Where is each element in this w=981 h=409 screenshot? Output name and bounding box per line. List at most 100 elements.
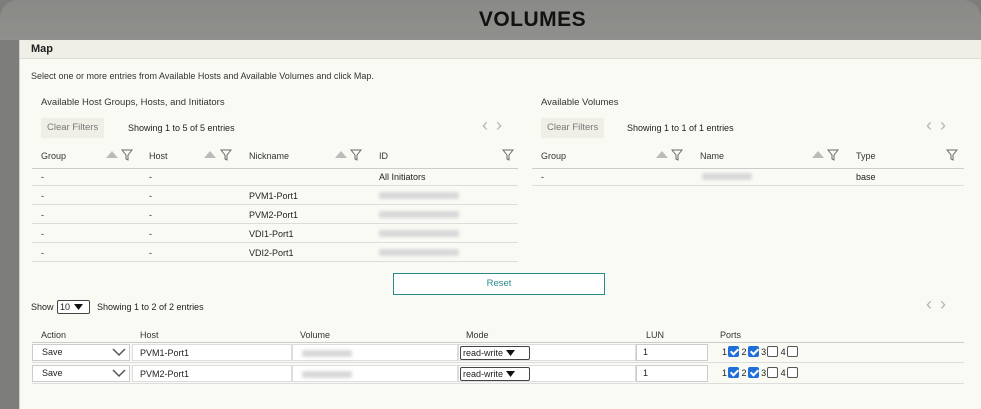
mapping-row-2-port-3-checkbox[interactable] xyxy=(767,367,779,379)
hosts-row-5-host[interactable]: - xyxy=(149,248,152,258)
hosts-col-group[interactable]: Group xyxy=(41,151,66,161)
mapping-col-action: Action xyxy=(41,330,67,340)
page-size-chevron-down-icon xyxy=(74,304,84,310)
volumes-row-1-type[interactable]: base xyxy=(856,172,876,182)
mapping-row-1-port-4-label: 4 xyxy=(780,346,786,357)
mapping-col-mode: Mode xyxy=(466,330,489,340)
hosts-panel-title: Available Host Groups, Hosts, and Initia… xyxy=(41,97,225,108)
hosts-row-3-id-redacted xyxy=(379,211,459,218)
volumes-row-1-group[interactable]: - xyxy=(541,172,544,182)
mapping-row-2-action-chevron-down-icon xyxy=(112,369,126,378)
hosts-nickname-sort-icon[interactable] xyxy=(335,151,347,158)
volumes-group-sort-icon[interactable] xyxy=(656,151,668,158)
volumes-next-page-icon[interactable]: › xyxy=(940,115,954,135)
hosts-row-4-host[interactable]: - xyxy=(149,229,152,239)
map-dialog: Map Select one or more entries from Avai… xyxy=(19,40,981,409)
dialog-title: Map xyxy=(20,40,981,59)
hosts-host-filter-icon[interactable] xyxy=(220,149,232,161)
mapping-row-1-port-3-checkbox[interactable] xyxy=(767,346,779,358)
mapping-row-1-mode-select[interactable]: read-write xyxy=(460,346,530,360)
mapping-row-2-port-2-checkbox[interactable] xyxy=(747,367,759,379)
mapping-row-2-mode-value: read-write xyxy=(463,369,504,379)
page-size-select[interactable]: 10 xyxy=(57,300,90,314)
page-size-value: 10 xyxy=(60,302,71,312)
hosts-next-page-icon[interactable]: › xyxy=(496,115,510,135)
hosts-row-5-nickname[interactable]: VDI2-Port1 xyxy=(249,248,294,258)
volumes-prev-page-icon[interactable]: ‹ xyxy=(926,115,940,135)
mapping-row-1-volume-redacted xyxy=(302,350,352,357)
volumes-row-1-name-redacted xyxy=(702,173,752,180)
volumes-name-filter-icon[interactable] xyxy=(827,149,839,161)
mapping-row-2-lun-input[interactable]: 1 xyxy=(636,365,708,382)
hosts-row-1-host[interactable]: - xyxy=(149,172,152,182)
hosts-row-1-id[interactable]: All Initiators xyxy=(379,172,426,182)
mapping-showing-text: Showing 1 to 2 of 2 entries xyxy=(97,302,204,312)
mapping-row-2-volume-redacted xyxy=(302,371,352,378)
instructions-text: Select one or more entries from Availabl… xyxy=(31,71,374,81)
hosts-row-2-group[interactable]: - xyxy=(41,191,44,201)
hosts-row-2-id-redacted xyxy=(379,192,459,199)
mapping-row-1-lun-input[interactable]: 1 xyxy=(636,344,708,361)
hosts-prev-page-icon[interactable]: ‹ xyxy=(482,115,496,135)
mapping-col-volume: Volume xyxy=(300,330,331,340)
reset-button[interactable]: Reset xyxy=(393,273,605,295)
mapping-row-1-lun-value: 1 xyxy=(643,347,649,357)
volumes-name-sort-icon[interactable] xyxy=(812,151,824,158)
mapping-row-1-port-4-checkbox[interactable] xyxy=(786,346,798,358)
mapping-row-2-port-2-label: 2 xyxy=(741,367,747,378)
volumes-showing-text: Showing 1 to 1 of 1 entries xyxy=(627,123,734,133)
mapping-row-1-action-value: Save xyxy=(42,347,63,357)
hosts-group-sort-icon[interactable] xyxy=(106,151,118,158)
mapping-row-1-port-2-checkbox[interactable] xyxy=(747,346,759,358)
mapping-row-1-mode-value: read-write xyxy=(463,348,504,358)
hosts-row-2-nickname[interactable]: PVM1-Port1 xyxy=(249,191,298,201)
hosts-row-4-group[interactable]: - xyxy=(41,229,44,239)
hosts-col-nickname[interactable]: Nickname xyxy=(249,151,289,161)
volumes-panel-title: Available Volumes xyxy=(541,97,619,108)
mapping-prev-page-icon[interactable]: ‹ xyxy=(926,294,940,314)
mapping-col-ports: Ports xyxy=(720,330,742,340)
hosts-row-2-host[interactable]: - xyxy=(149,191,152,201)
mapping-row-1-port-1-checkbox[interactable] xyxy=(728,346,740,358)
mapping-next-page-icon[interactable]: › xyxy=(940,294,954,314)
mapping-row-1-action-select[interactable]: Save xyxy=(32,344,130,361)
mapping-col-lun: LUN xyxy=(646,330,665,340)
mapping-row-2-port-3-label: 3 xyxy=(761,367,767,378)
mapping-row-1-mode-chevron-down-icon xyxy=(506,350,516,356)
mapping-col-host: Host xyxy=(140,330,159,340)
mapping-row-2-port-4-checkbox[interactable] xyxy=(786,367,798,379)
volumes-col-name[interactable]: Name xyxy=(700,151,724,161)
hosts-row-3-host[interactable]: - xyxy=(149,210,152,220)
mapping-row-2-mode-chevron-down-icon xyxy=(506,371,516,377)
hosts-host-sort-icon[interactable] xyxy=(204,151,216,158)
hosts-id-filter-icon[interactable] xyxy=(502,149,514,161)
hosts-col-id[interactable]: ID xyxy=(379,151,388,161)
hosts-row-5-group[interactable]: - xyxy=(41,248,44,258)
hosts-row-5-id-redacted xyxy=(379,249,459,256)
hosts-row-4-id-redacted xyxy=(379,230,459,237)
hosts-clear-filters-button[interactable]: Clear Filters xyxy=(41,118,105,138)
mapping-row-1-action-chevron-down-icon xyxy=(112,348,126,357)
volumes-clear-filters-button[interactable]: Clear Filters xyxy=(541,118,605,138)
mapping-row-1-ports: 1 2 3 4 xyxy=(722,346,798,358)
hosts-nickname-filter-icon[interactable] xyxy=(350,149,362,161)
mapping-row-1-port-1-label: 1 xyxy=(722,346,728,357)
mapping-row-2-action-select[interactable]: Save xyxy=(32,365,130,382)
hosts-col-host[interactable]: Host xyxy=(149,151,168,161)
volumes-group-filter-icon[interactable] xyxy=(671,149,683,161)
volumes-type-filter-icon[interactable] xyxy=(946,149,958,161)
mapping-row-2-port-1-label: 1 xyxy=(722,367,728,378)
volumes-col-group[interactable]: Group xyxy=(541,151,566,161)
hosts-row-3-group[interactable]: - xyxy=(41,210,44,220)
mapping-row-1-port-2-label: 2 xyxy=(741,346,747,357)
mapping-row-2-action-value: Save xyxy=(42,368,63,378)
hosts-row-1-group[interactable]: - xyxy=(41,172,44,182)
mapping-row-2-mode-select[interactable]: read-write xyxy=(460,367,530,381)
mapping-row-2-port-1-checkbox[interactable] xyxy=(728,367,740,379)
hosts-showing-text: Showing 1 to 5 of 5 entries xyxy=(128,123,235,133)
page-title: VOLUMES xyxy=(478,8,587,31)
hosts-row-4-nickname[interactable]: VDI1-Port1 xyxy=(249,229,294,239)
volumes-col-type[interactable]: Type xyxy=(856,151,876,161)
hosts-row-3-nickname[interactable]: PVM2-Port1 xyxy=(249,210,298,220)
hosts-group-filter-icon[interactable] xyxy=(121,149,133,161)
